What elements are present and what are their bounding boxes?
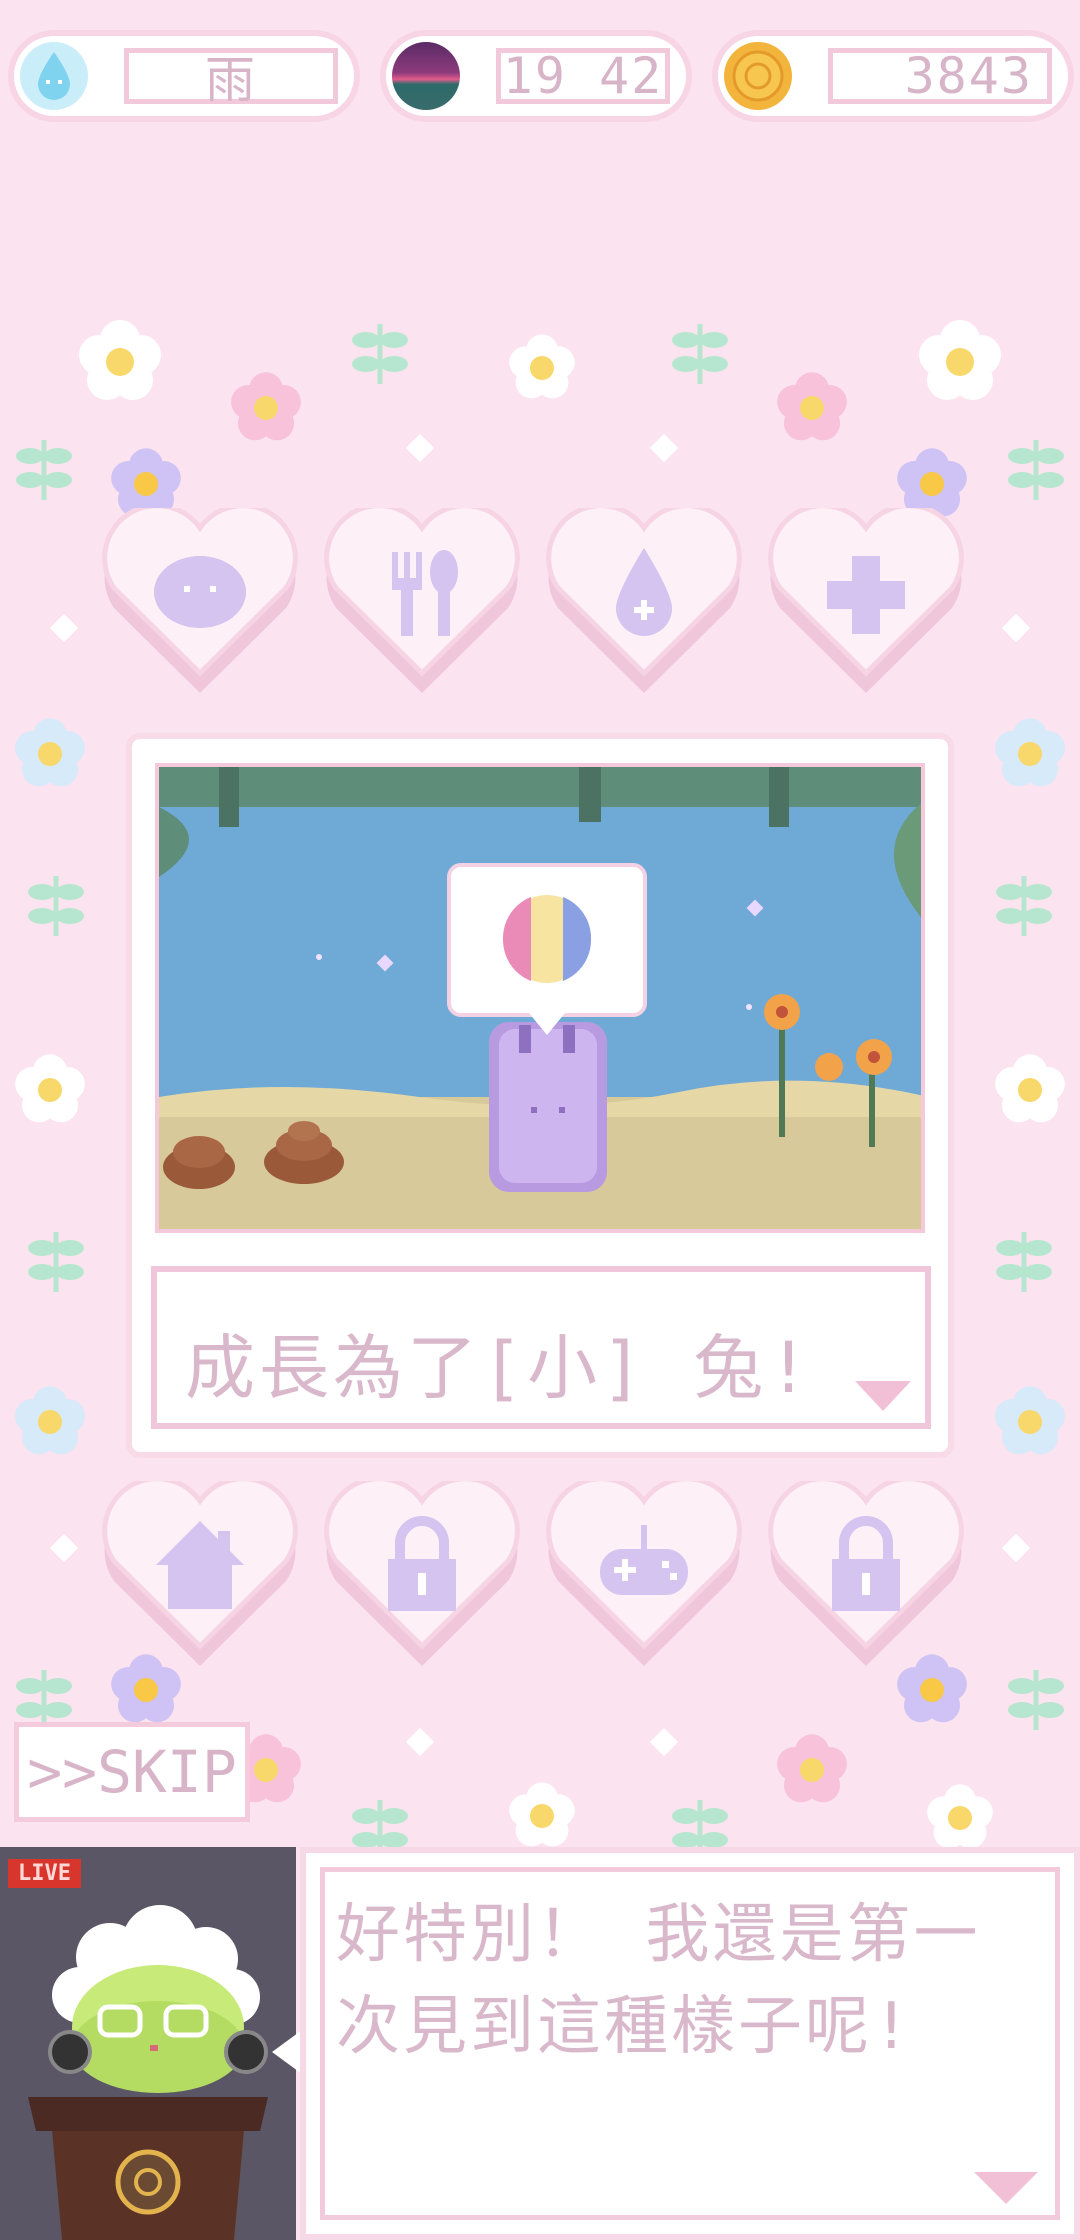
dialog-box[interactable]: 好特別！ 我還是第一 次見到這種樣子呢! (300, 1847, 1080, 2240)
plus-icon (827, 556, 905, 634)
house-icon (156, 1521, 244, 1609)
fork-spoon-icon (392, 550, 458, 636)
heart-button-locked-2[interactable] (766, 1481, 966, 1671)
heart-button-home[interactable] (100, 1481, 300, 1671)
heart-button-feed[interactable] (322, 508, 522, 698)
lock-icon (388, 1516, 456, 1611)
cactus-host-icon (28, 1905, 268, 2240)
pond-scene (155, 763, 925, 1233)
heart-button-locked-1[interactable] (322, 1481, 522, 1671)
heart-button-game[interactable] (544, 1481, 744, 1671)
coin-icon (724, 42, 792, 110)
gamepad-icon (600, 1525, 688, 1595)
lock-icon (832, 1516, 900, 1611)
water-drop-icon (616, 548, 672, 636)
next-arrow-icon (974, 2172, 1038, 2204)
coin-display: 3843 (712, 30, 1074, 122)
weather-display: 雨 (8, 30, 360, 122)
next-arrow-icon (855, 1381, 911, 1411)
host-portrait: LIVE (0, 1847, 296, 2240)
time-display: 19 42 (380, 30, 692, 122)
skip-button[interactable]: >>SKIP (14, 1722, 250, 1822)
skip-label: >>SKIP (27, 1738, 237, 1806)
dialog-line-1: 好特別！ 我還是第一 (336, 1898, 981, 1972)
sunset-icon (392, 42, 460, 110)
speech-tail-icon (272, 2030, 302, 2074)
weather-value: 雨 (205, 51, 257, 109)
heart-button-heal[interactable] (766, 508, 966, 698)
heart-button-pet[interactable] (100, 508, 300, 698)
bunny-pet-icon (489, 1022, 607, 1192)
thought-bubble (447, 863, 647, 1035)
time-value: 19 42 (502, 47, 664, 105)
water-drop-icon (20, 42, 88, 110)
coin-value: 3843 (904, 47, 1033, 105)
growth-caption: 成長為了[小] 兔! (185, 1327, 814, 1409)
dialog-line-2: 次見到這種樣子呢! (336, 1990, 914, 2064)
blob-face-icon (154, 556, 246, 628)
caption-box[interactable]: 成長為了[小] 兔! (151, 1266, 931, 1429)
heart-button-water[interactable] (544, 508, 744, 698)
